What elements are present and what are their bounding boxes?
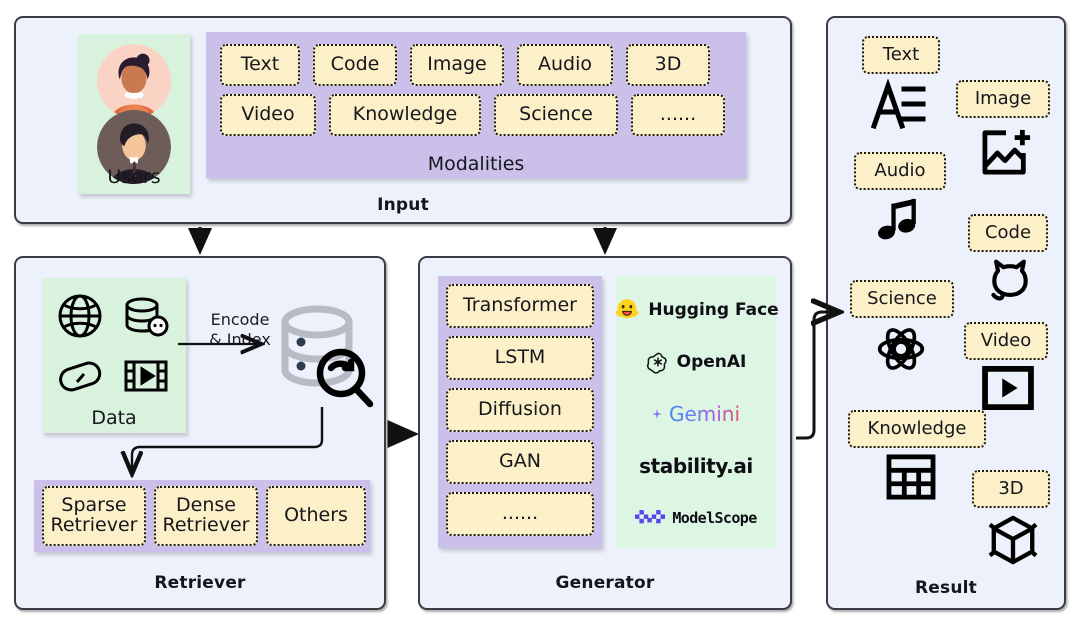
database-coins-icon (122, 294, 170, 342)
github-cat-icon (986, 258, 1034, 306)
modality-tag-more[interactable]: ...... (631, 94, 725, 136)
modality-tag-code[interactable]: Code (313, 44, 397, 86)
modelscope-label: ModelScope (672, 509, 757, 527)
add-image-icon (980, 128, 1034, 176)
provider-stability-ai[interactable]: stability.ai (616, 442, 776, 490)
gemini-icon (651, 409, 662, 419)
result-tag-audio[interactable]: Audio (854, 152, 946, 190)
users-group: Users (78, 34, 190, 194)
model-architectures-group: Transformer LSTM Diffusion GAN ...... (438, 276, 602, 548)
provider-logos-group: Hugging Face OpenAI Gemini stability.ai … (613, 276, 779, 548)
result-tag-image[interactable]: Image (956, 80, 1050, 118)
provider-openai[interactable]: OpenAI (616, 338, 776, 386)
modelscope-icon (635, 508, 666, 528)
data-group: Data (42, 278, 186, 433)
retriever-types-row: Sparse Retriever Dense Retriever Others (42, 486, 366, 546)
hugging-face-label: Hugging Face (648, 300, 779, 320)
female-avatar (97, 44, 171, 118)
result-tag-code[interactable]: Code (968, 214, 1048, 252)
pill-icon (56, 352, 104, 400)
input-panel: Users Text Code Image Audio 3D Video Kno… (14, 16, 792, 224)
model-tag-diffusion[interactable]: Diffusion (446, 388, 594, 432)
generator-panel-title: Generator (555, 573, 655, 593)
modality-tag-science[interactable]: Science (494, 94, 618, 136)
modality-tag-text[interactable]: Text (220, 44, 300, 86)
hugging-face-icon (613, 296, 641, 324)
modalities-row-2: Video Knowledge Science ...... (220, 94, 725, 136)
text-format-icon (870, 78, 926, 130)
modality-tag-video[interactable]: Video (220, 94, 316, 136)
result-tag-video[interactable]: Video (964, 322, 1048, 360)
modalities-row-1: Text Code Image Audio 3D (220, 44, 710, 86)
modality-tag-audio[interactable]: Audio (517, 44, 613, 86)
result-tag-science[interactable]: Science (850, 280, 954, 318)
gemini-label: Gemini (668, 402, 741, 426)
data-label: Data (91, 407, 137, 429)
database-search-icon (271, 300, 376, 415)
others-retriever-tag[interactable]: Others (266, 486, 366, 546)
retriever-types-group: Sparse Retriever Dense Retriever Others (34, 480, 370, 552)
modality-tag-3d[interactable]: 3D (626, 44, 710, 86)
result-tag-text[interactable]: Text (862, 36, 940, 74)
provider-gemini[interactable]: Gemini (616, 390, 776, 438)
table-grid-icon (886, 454, 936, 500)
users-label: Users (107, 166, 161, 188)
cube-icon (988, 514, 1038, 566)
retriever-panel: Data Encode & Index Sparse Retriever Den… (14, 256, 386, 610)
globe-icon (56, 292, 104, 340)
openai-label: OpenAI (676, 352, 747, 372)
result-panel: Text Image Audio Code Science Video Know… (826, 16, 1066, 610)
result-panel-title: Result (915, 578, 977, 598)
play-frame-icon (982, 366, 1034, 410)
modality-tag-image[interactable]: Image (410, 44, 504, 86)
input-panel-title: Input (377, 195, 429, 215)
result-tag-knowledge[interactable]: Knowledge (848, 410, 986, 448)
retriever-panel-title: Retriever (154, 573, 246, 593)
generator-panel: Transformer LSTM Diffusion GAN ...... Hu… (418, 256, 792, 610)
diagram-canvas: Users Text Code Image Audio 3D Video Kno… (0, 0, 1080, 626)
modalities-label: Modalities (427, 153, 525, 175)
provider-modelscope[interactable]: ModelScope (616, 494, 776, 542)
modality-tag-knowledge[interactable]: Knowledge (329, 94, 481, 136)
sparse-retriever-tag[interactable]: Sparse Retriever (42, 486, 146, 546)
model-tag-gan[interactable]: GAN (446, 440, 594, 484)
openai-icon (646, 350, 670, 374)
stability-ai-label: stability.ai (639, 454, 753, 478)
model-tag-transformer[interactable]: Transformer (446, 284, 594, 328)
film-icon (122, 352, 170, 400)
result-tag-3d[interactable]: 3D (972, 470, 1050, 508)
music-note-icon (876, 196, 924, 244)
dense-retriever-tag[interactable]: Dense Retriever (154, 486, 258, 546)
model-tag-more[interactable]: ...... (446, 492, 594, 536)
provider-hugging-face[interactable]: Hugging Face (613, 286, 779, 334)
modalities-group: Text Code Image Audio 3D Video Knowledge… (206, 32, 746, 178)
model-tag-lstm[interactable]: LSTM (446, 336, 594, 380)
atom-icon (876, 324, 926, 374)
